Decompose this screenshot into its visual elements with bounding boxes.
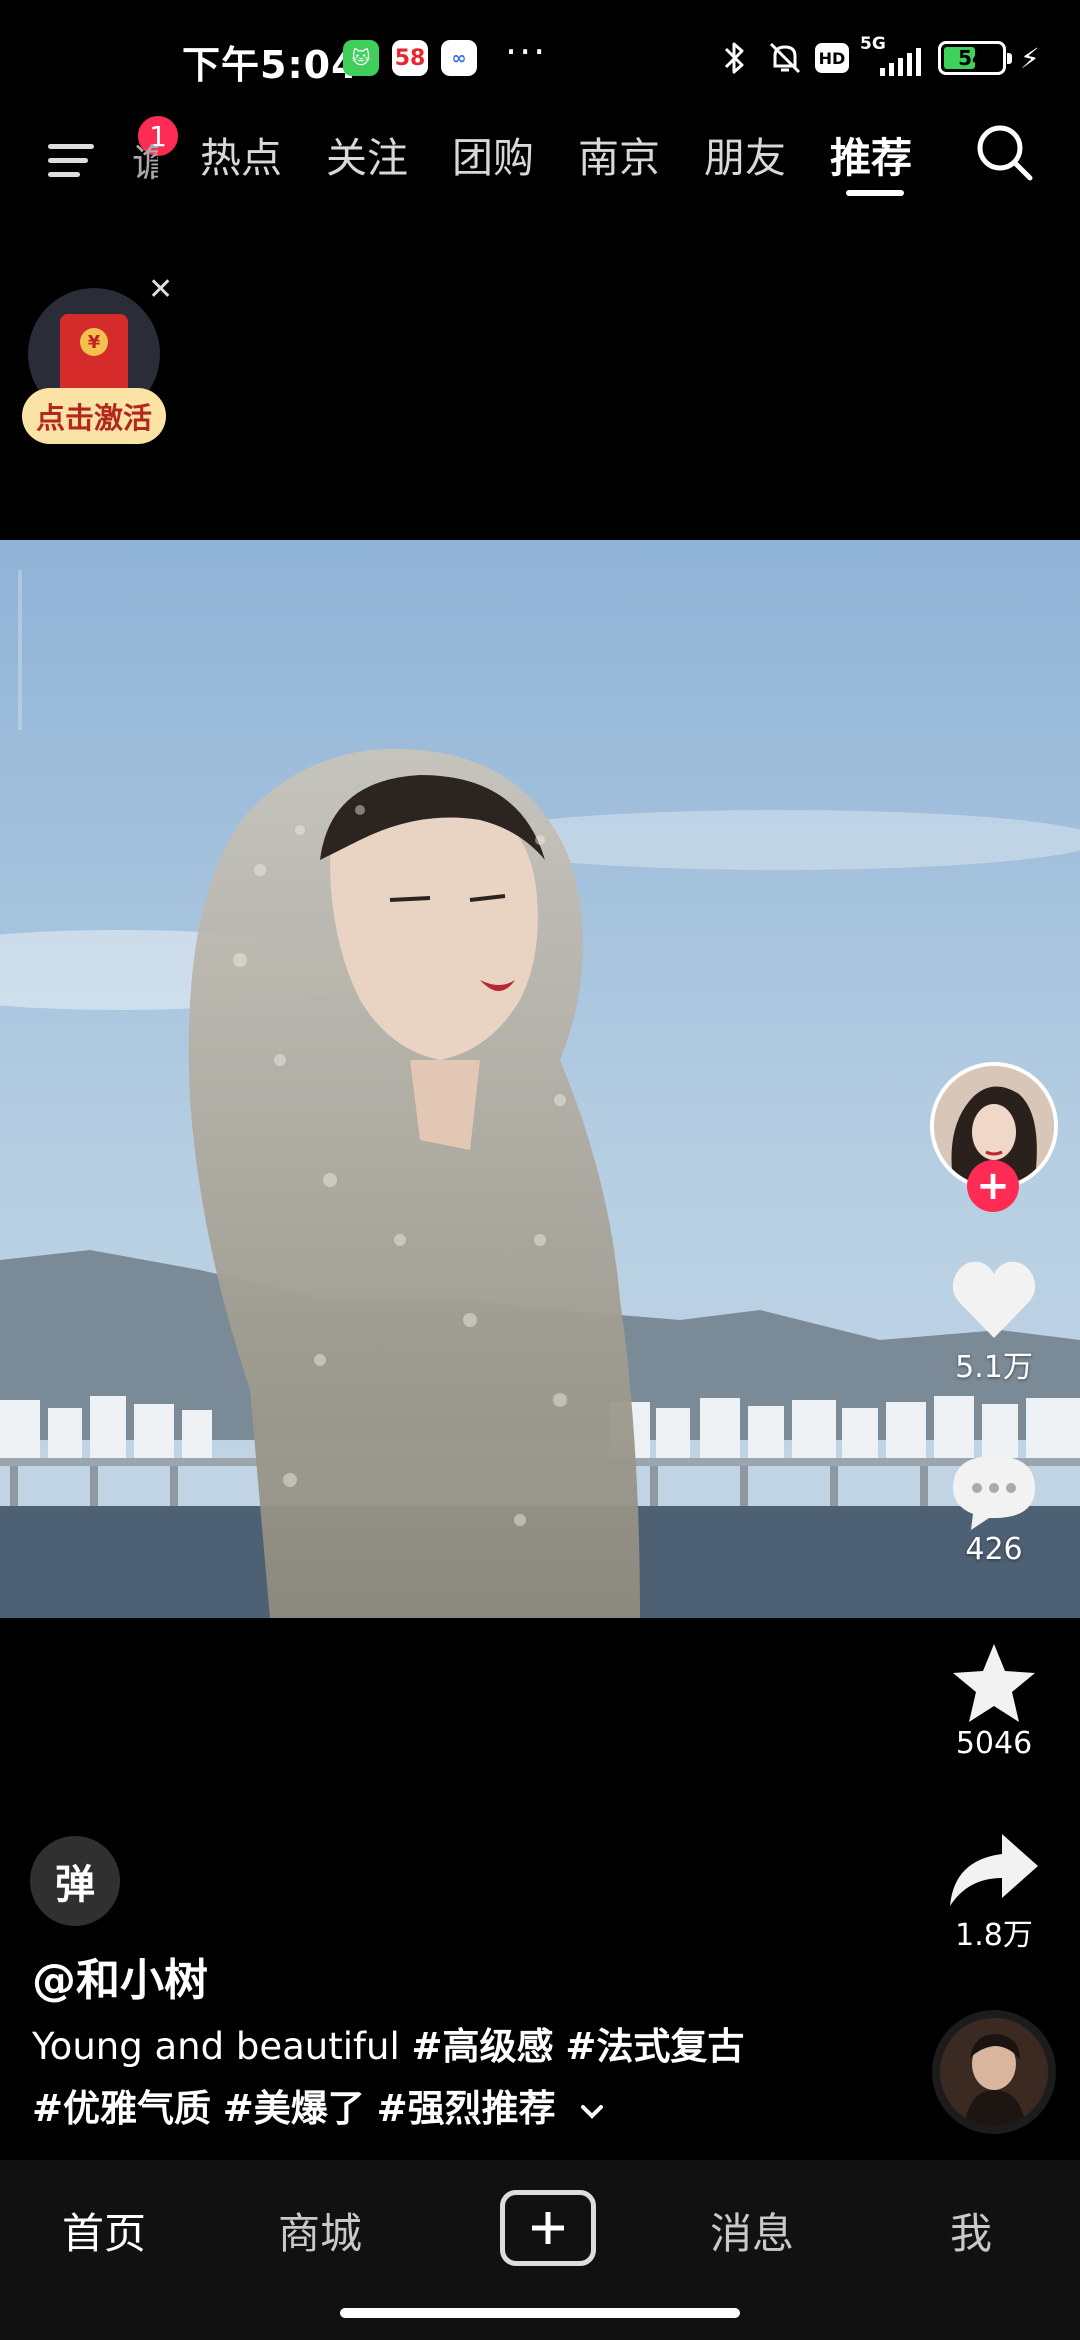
tab-messages[interactable]: 消息 [710,2200,794,2261]
activate-button[interactable]: 点击激活 [22,388,166,444]
tab-mall[interactable]: 商城 [278,2200,362,2261]
tab-following[interactable]: 关注 [326,124,452,204]
coin-icon: ¥ [80,328,108,356]
battery-level: 54 [958,46,986,70]
signal-icon: 5G [860,34,930,78]
share-button[interactable]: 1.8万 [930,1830,1058,1954]
tab-recommended[interactable]: 推荐 [830,124,956,204]
app-screen: 下午5:04 🐱 58 ∞ ··· HD 5G 54 ⚡ 1 谵 热点 关注 团… [0,0,1080,2340]
like-button[interactable]: 5.1万 [930,1258,1058,1386]
video-caption: Young and beautiful #高级感 #法式复古 #优雅气质 #美爆… [32,2016,872,2142]
star-icon [953,1644,1035,1722]
like-count: 5.1万 [955,1350,1033,1385]
danmu-button[interactable]: 弹 [30,1836,120,1926]
share-count: 1.8万 [955,1918,1033,1953]
comment-count: 426 [965,1532,1023,1567]
battery-icon: 54 ⚡ [938,38,1040,78]
feed-tabs: 热点 关注 团购 南京 朋友 推荐 [200,124,956,204]
tab-me[interactable]: 我 [950,2200,992,2261]
heart-icon [952,1261,1036,1338]
chevron-down-icon[interactable] [577,2080,607,2142]
favorite-button[interactable]: 5046 [930,1640,1058,1761]
tab-group-buy[interactable]: 团购 [452,124,578,204]
hashtag[interactable]: #高级感 [412,2025,554,2068]
hashtag[interactable]: #优雅气质 [32,2087,211,2130]
wechat-app-icon: 🐱 [343,40,379,76]
tab-nanjing[interactable]: 南京 [578,124,704,204]
hashtag[interactable]: #法式复古 [565,2025,744,2068]
comment-icon [953,1456,1035,1530]
hashtag[interactable]: #美爆了 [223,2087,365,2130]
follow-button[interactable]: + [967,1160,1019,1212]
video-player[interactable] [0,540,1080,1618]
close-icon[interactable]: ✕ [148,272,173,307]
charging-icon: ⚡ [1020,41,1040,75]
tab-partial[interactable]: 谵 [132,132,158,187]
favorite-count: 5046 [955,1726,1033,1761]
mute-bell-icon [766,38,804,78]
hashtag[interactable]: #强烈推荐 [377,2087,556,2130]
infinity-app-icon: ∞ [441,40,477,76]
menu-button[interactable]: 1 [44,114,180,192]
58-app-icon: 58 [392,40,428,76]
tab-hot[interactable]: 热点 [200,124,326,204]
tab-home[interactable]: 首页 [62,2200,146,2261]
status-time: 下午5:04 [182,43,359,87]
tab-friends[interactable]: 朋友 [704,124,830,204]
search-icon[interactable] [972,120,1038,186]
home-indicator[interactable] [340,2308,740,2318]
bluetooth-icon [722,38,748,78]
comment-button[interactable]: 426 [930,1452,1058,1567]
status-bar: 下午5:04 🐱 58 ∞ ··· HD 5G 54 ⚡ [0,0,1080,118]
caption-text: Young and beautiful [32,2025,400,2068]
music-disc[interactable] [932,2010,1056,2134]
more-notifications-icon: ··· [505,30,548,74]
create-button[interactable] [500,2190,596,2266]
hd-voice-icon: HD [815,38,849,78]
author-username[interactable]: @和小树 [32,1944,208,2008]
share-icon [950,1834,1038,1906]
top-nav: 1 谵 热点 关注 团购 南京 朋友 推荐 [0,114,1080,218]
plus-icon [532,2212,564,2244]
envelope-icon: ¥ [60,314,128,394]
